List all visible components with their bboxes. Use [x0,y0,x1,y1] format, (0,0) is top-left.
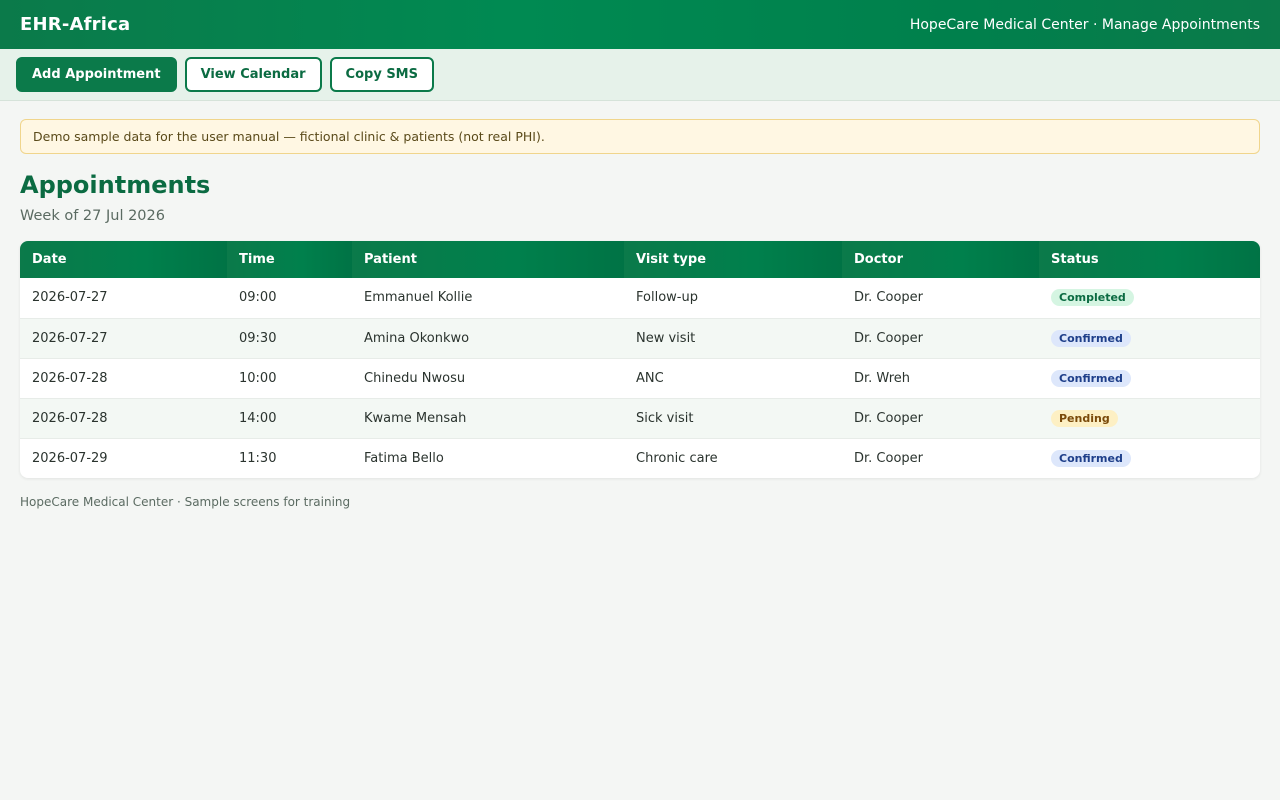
week-subtitle: Week of 27 Jul 2026 [20,208,165,224]
table-row[interactable]: 2026-07-27 09:30 Amina Okonkwo New visit… [20,318,1260,358]
cell-doctor: Dr. Cooper [854,410,924,426]
cell-visit-type: New visit [636,330,696,346]
cell-visit-type: Sick visit [636,410,694,426]
column-header-doctor[interactable]: Doctor [842,241,1039,278]
cell-date: 2026-07-29 [32,450,108,466]
appointments-table: Date Time Patient Visit type Doctor Stat… [20,241,1260,478]
cell-date: 2026-07-28 [32,370,108,386]
status-badge: Confirmed [1051,369,1131,387]
cell-patient[interactable]: Chinedu Nwosu [352,358,624,398]
cell-status: Completed [1039,278,1260,318]
copy-sms-button[interactable]: Copy SMS [329,57,434,92]
cell-patient[interactable]: Fatima Bello [352,438,624,478]
status-badge: Confirmed [1051,329,1131,347]
cell-patient[interactable]: Kwame Mensah [352,398,624,438]
table-row[interactable]: 2026-07-29 11:30 Fatima Bello Chronic ca… [20,438,1260,478]
top-bar: EHR-Africa HopeCare Medical Center · Man… [0,0,1280,49]
cell-visit-type: ANC [636,370,664,386]
header-context: HopeCare Medical Center · Manage Appoint… [909,16,1260,33]
cell-time: 11:30 [239,450,277,466]
add-appointment-button[interactable]: Add Appointment [16,57,177,92]
cell-date: 2026-07-27 [32,330,108,346]
cell-status: Pending [1039,398,1260,438]
table-row[interactable]: 2026-07-28 10:00 Chinedu Nwosu ANC Dr. W… [20,358,1260,398]
status-badge: Completed [1051,289,1134,307]
status-badge: Pending [1051,409,1118,427]
action-toolbar: Add Appointment View Calendar Copy SMS [0,49,1280,101]
cell-doctor: Dr. Cooper [854,290,924,306]
cell-patient[interactable]: Emmanuel Kollie [352,278,624,318]
cell-status: Confirmed [1039,438,1260,478]
cell-time: 09:00 [239,290,277,306]
demo-notice-text: Demo sample data for the user manual — f… [33,129,545,144]
cell-visit-type: Follow-up [636,290,698,306]
brand-logo[interactable]: EHR-Africa [20,14,130,35]
cell-doctor: Dr. Cooper [854,330,924,346]
cell-visit-type: Chronic care [636,450,718,466]
column-header-status[interactable]: Status [1039,241,1260,278]
view-calendar-button[interactable]: View Calendar [184,57,322,92]
cell-time: 14:00 [239,410,277,426]
table-row[interactable]: 2026-07-27 09:00 Emmanuel Kollie Follow-… [20,278,1260,318]
cell-status: Confirmed [1039,318,1260,358]
cell-time: 10:00 [239,370,277,386]
cell-time: 09:30 [239,330,277,346]
cell-patient[interactable]: Amina Okonkwo [352,318,624,358]
column-header-date[interactable]: Date [20,241,227,278]
column-header-time[interactable]: Time [227,241,352,278]
cell-status: Confirmed [1039,358,1260,398]
table-header-row: Date Time Patient Visit type Doctor Stat… [20,241,1260,278]
cell-doctor: Dr. Wreh [854,370,910,386]
column-header-patient[interactable]: Patient [352,241,624,278]
cell-doctor: Dr. Cooper [854,450,924,466]
cell-date: 2026-07-27 [32,290,108,306]
page-title: Appointments [20,171,211,199]
footer-text: HopeCare Medical Center · Sample screens… [20,495,351,509]
cell-date: 2026-07-28 [32,410,108,426]
status-badge: Confirmed [1051,449,1131,467]
column-header-visit-type[interactable]: Visit type [624,241,842,278]
table-row[interactable]: 2026-07-28 14:00 Kwame Mensah Sick visit… [20,398,1260,438]
demo-notice: Demo sample data for the user manual — f… [20,119,1260,154]
